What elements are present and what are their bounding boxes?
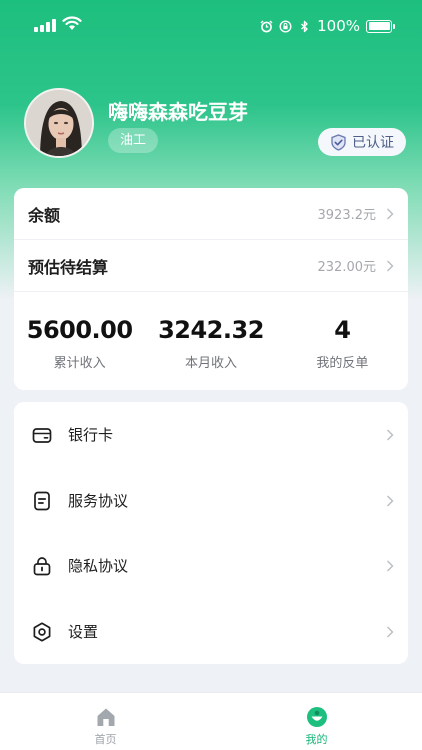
bottom-tab-bar: 首页 我的: [0, 692, 422, 750]
menu-item-label: 服务协议: [68, 492, 129, 510]
battery-percentage: 100%: [317, 17, 360, 35]
balance-label: 余额: [28, 205, 61, 225]
shield-check-icon: [331, 133, 346, 151]
menu-item-privacy-agreement[interactable]: 隐私协议: [14, 533, 408, 598]
cellular-signal-icon: [34, 19, 56, 32]
pending-settlement-row[interactable]: 预估待结算 232.00元: [14, 240, 408, 291]
pending-settlement-value: 232.00元: [317, 260, 377, 275]
balance-card: 余额 3923.2元 预估待结算 232.00元 5600.00 累计收入 32…: [14, 188, 408, 390]
tab-mine-label: 我的: [305, 733, 328, 746]
document-icon: [34, 491, 50, 510]
menu-item-bank-card[interactable]: 银行卡: [14, 402, 408, 467]
balance-value: 3923.2元: [317, 208, 377, 223]
battery-icon: [366, 19, 395, 33]
chevron-right-icon: [387, 208, 394, 219]
rotation-lock-icon: [279, 19, 292, 33]
monthly-income-caption: 本月收入: [184, 356, 237, 371]
menu-item-label: 银行卡: [68, 426, 114, 444]
total-income-stat[interactable]: 5600.00 累计收入: [14, 300, 145, 380]
user-nickname: 嗨嗨森森吃豆芽: [108, 100, 248, 124]
tab-home[interactable]: 首页: [0, 693, 211, 750]
settings-hexagon-icon: [33, 621, 51, 642]
menu-item-label: 设置: [68, 623, 99, 641]
lock-icon: [33, 556, 51, 575]
monthly-income-stat[interactable]: 3242.32 本月收入: [145, 300, 276, 380]
wallet-icon: [32, 427, 52, 443]
bluetooth-icon: [301, 20, 308, 32]
menu-item-settings[interactable]: 设置: [14, 599, 408, 664]
verified-badge[interactable]: 已认证: [318, 128, 406, 156]
avatar[interactable]: [24, 88, 94, 158]
chevron-right-icon: [387, 495, 394, 506]
my-rework-orders-caption: 我的反单: [316, 356, 369, 371]
divider: [14, 291, 408, 292]
wifi-icon: [62, 16, 82, 30]
menu-card: 银行卡 服务协议 隐私协议 设置: [14, 402, 408, 664]
verified-label: 已认证: [352, 135, 394, 151]
alarm-icon: [260, 19, 273, 32]
balance-row[interactable]: 余额 3923.2元: [14, 188, 408, 239]
total-income-caption: 累计收入: [53, 356, 106, 371]
chevron-right-icon: [387, 429, 394, 440]
profile-icon: [306, 707, 327, 727]
chevron-right-icon: [387, 260, 394, 271]
my-rework-orders-value: 4: [334, 316, 351, 344]
chevron-right-icon: [387, 626, 394, 637]
menu-item-service-agreement[interactable]: 服务协议: [14, 468, 408, 533]
pending-settlement-label: 预估待结算: [28, 257, 109, 277]
income-stats: 5600.00 累计收入 3242.32 本月收入 4 我的反单: [14, 300, 408, 380]
chevron-right-icon: [387, 560, 394, 571]
menu-item-label: 隐私协议: [68, 557, 129, 575]
home-icon: [97, 708, 114, 726]
monthly-income-value: 3242.32: [158, 316, 264, 344]
tab-mine[interactable]: 我的: [211, 693, 422, 750]
role-badge: 油工: [108, 128, 159, 153]
my-rework-orders-stat[interactable]: 4 我的反单: [277, 300, 408, 380]
status-bar: 100%: [0, 0, 422, 52]
tab-home-label: 首页: [94, 733, 117, 746]
total-income-value: 5600.00: [26, 316, 133, 344]
